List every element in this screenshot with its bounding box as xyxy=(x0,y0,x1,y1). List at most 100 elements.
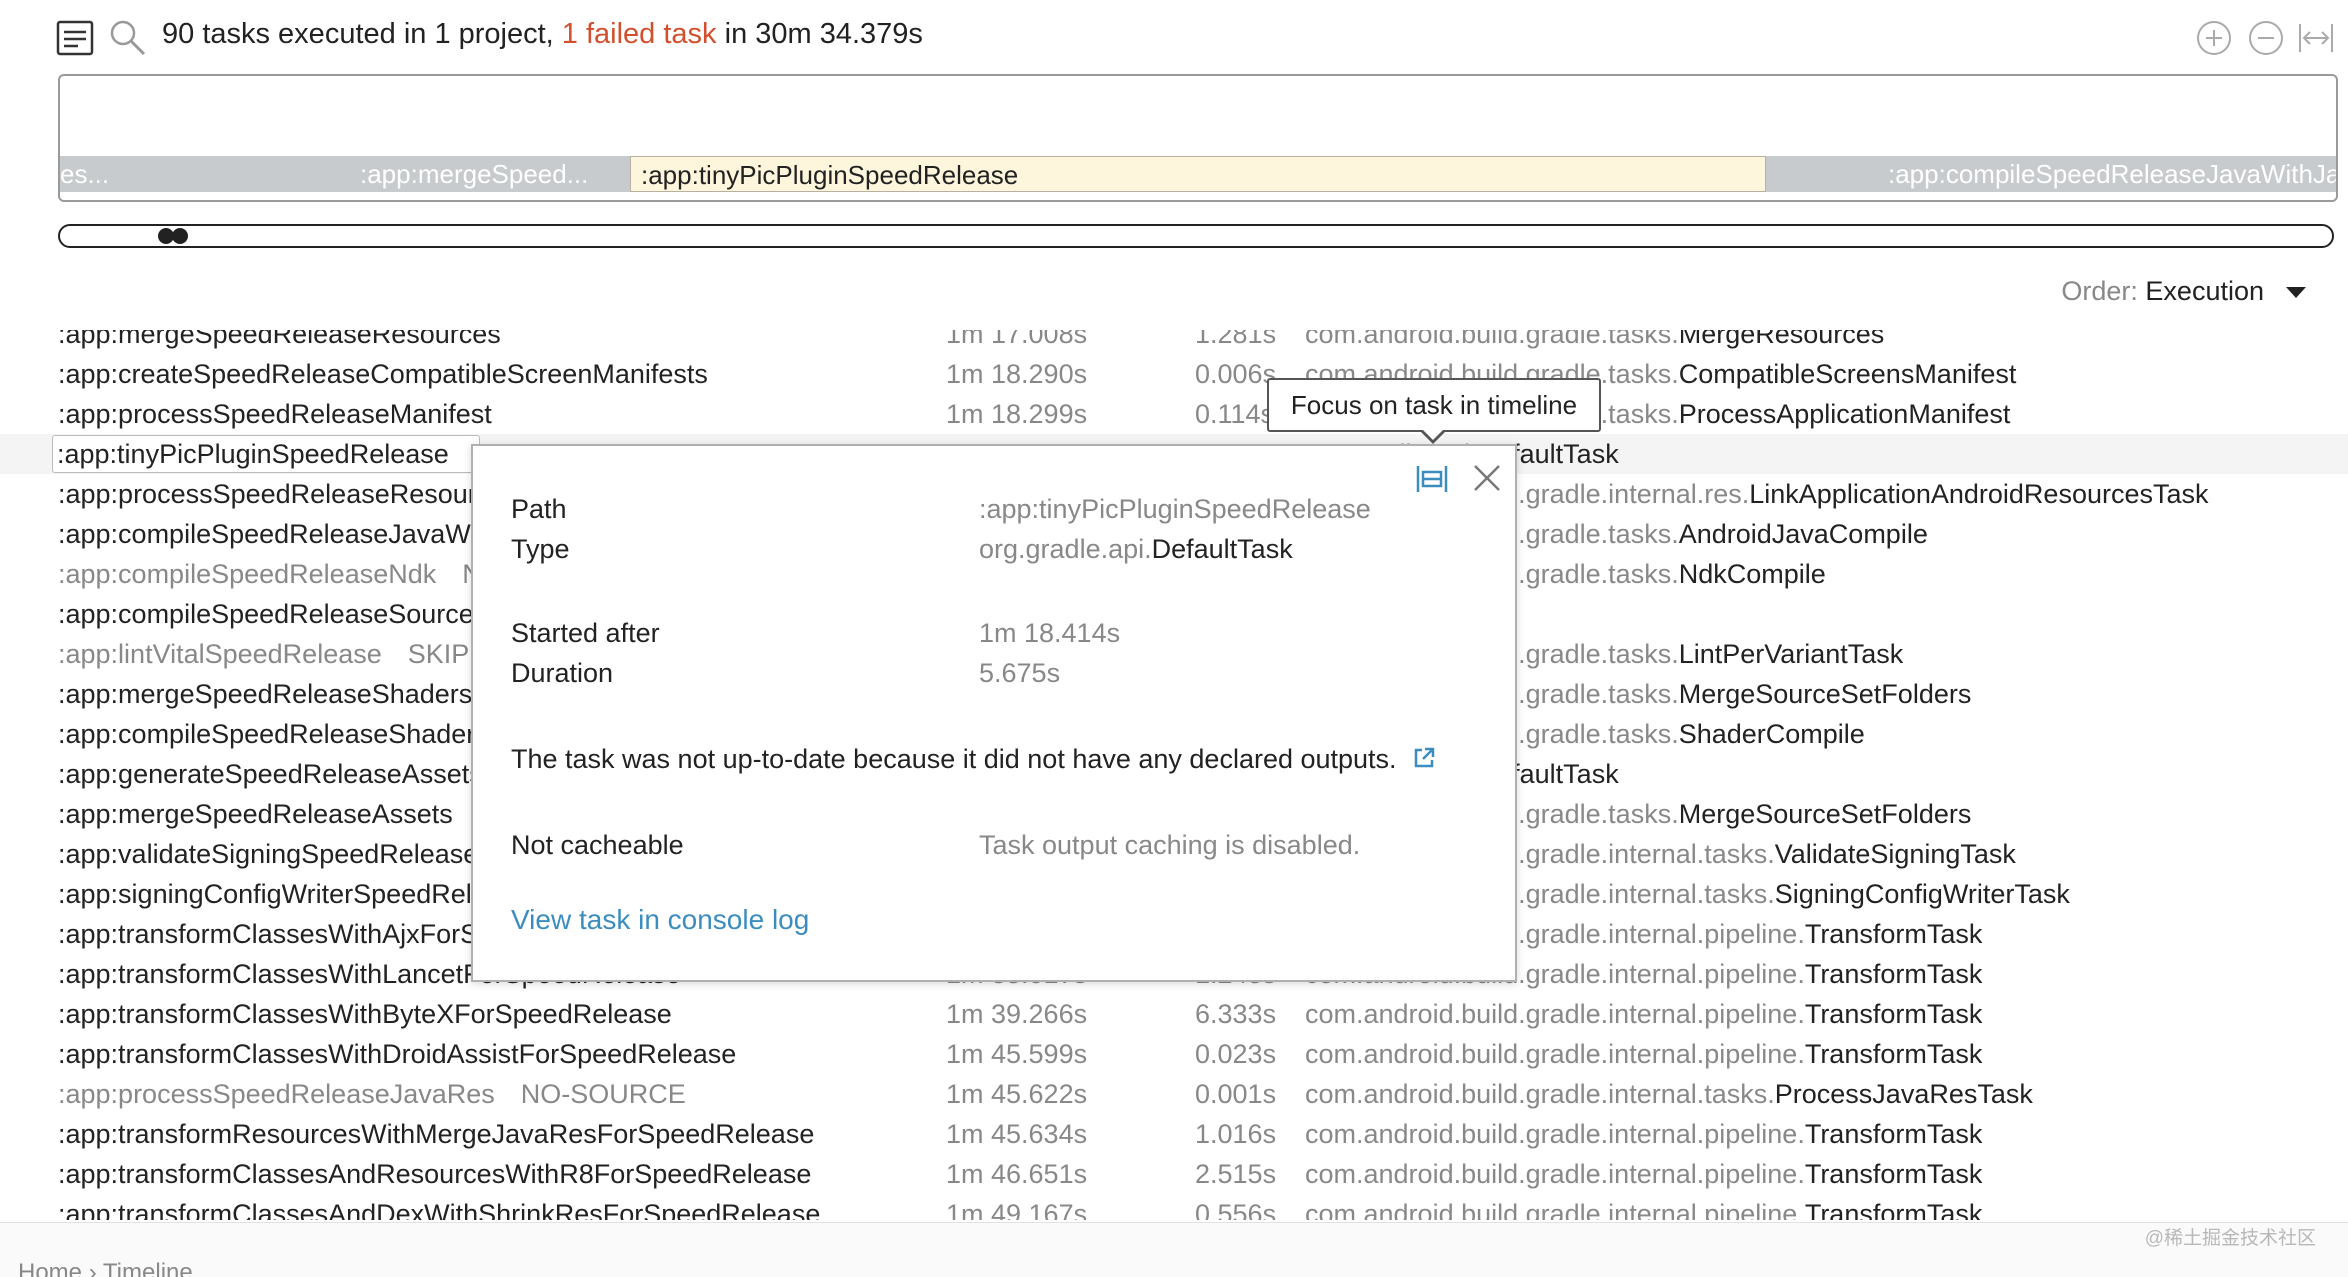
task-type: com.android.build.gradle.internal.tasks.… xyxy=(1305,1074,2033,1114)
task-path[interactable]: :app:processSpeedReleaseJavaRes NO-SOURCE xyxy=(58,1074,686,1114)
task-row[interactable]: :app:transformClassesAndResourcesWithR8F… xyxy=(0,1154,2348,1194)
task-type-class: TransformTask xyxy=(1804,1039,1983,1069)
task-row[interactable]: :app:transformClassesAndDexWithShrinkRes… xyxy=(0,1194,2348,1220)
task-type-package: com.android.build.gradle.internal.pipeli… xyxy=(1305,999,1805,1029)
external-link-icon[interactable] xyxy=(1412,746,1436,770)
task-path-text: :app:compileSpeedReleaseSources xyxy=(58,599,488,629)
zoom-in-icon[interactable] xyxy=(2194,18,2234,58)
task-path[interactable]: :app:tinyPicPluginSpeedRelease xyxy=(52,435,480,473)
task-type-class: NdkCompile xyxy=(1678,559,1826,589)
task-type-class: LintPerVariantTask xyxy=(1678,639,1904,669)
task-type: com.android.build.gradle.internal.pipeli… xyxy=(1305,994,1982,1034)
timeline-segment[interactable]: :app:mergeSpeed... xyxy=(360,156,640,192)
task-row[interactable]: :app:processSpeedReleaseManifest 1m 18.29… xyxy=(0,394,2348,434)
task-path-text: :app:transformClassesWithDroidAssistForS… xyxy=(58,1039,737,1069)
task-path[interactable]: :app:mergeSpeedReleaseAssets xyxy=(58,794,479,834)
task-status: NO-SOURCE xyxy=(520,1079,686,1109)
task-type-package: com.android.build.gradle.internal.pipeli… xyxy=(1305,1159,1805,1189)
task-path-text: :app:processSpeedReleaseManifest xyxy=(58,399,492,429)
task-path[interactable]: :app:createSpeedReleaseCompatibleScreenM… xyxy=(58,354,734,394)
chevron-down-icon xyxy=(2286,287,2306,299)
tooltip-arrow-inner xyxy=(1421,428,1445,440)
focus-in-timeline-icon[interactable] xyxy=(1415,462,1449,496)
task-path[interactable]: :app:transformResourcesWithMergeJavaResF… xyxy=(58,1114,840,1154)
task-duration: 2.515s xyxy=(1195,1159,1277,1189)
task-start-time: 1m 45.634s xyxy=(946,1119,1088,1149)
task-row[interactable]: :app:transformClassesWithByteXForSpeedRe… xyxy=(0,994,2348,1034)
timeline-scrollbar[interactable] xyxy=(58,224,2334,248)
order-dropdown[interactable]: Order: Execution xyxy=(2061,276,2306,307)
summary-suffix: in 30m 34.379s xyxy=(716,18,923,50)
task-path-text: :app:transformResourcesWithMergeJavaResF… xyxy=(58,1119,815,1149)
fit-width-icon[interactable] xyxy=(2296,18,2336,58)
task-type-package: com.android.build.gradle.tasks. xyxy=(1305,330,1679,349)
scrollbar-thumb[interactable] xyxy=(156,228,192,244)
focus-tooltip: Focus on task in timeline xyxy=(1267,378,1601,444)
order-value: Execution xyxy=(2145,276,2264,306)
task-duration: 1.281s xyxy=(1195,330,1277,349)
cache-value: Task output caching is disabled. xyxy=(979,830,1361,860)
task-row[interactable]: :app:createSpeedReleaseCompatibleScreenM… xyxy=(0,354,2348,394)
failed-task-link[interactable]: 1 failed task xyxy=(562,18,717,50)
console-log-icon[interactable] xyxy=(56,18,96,58)
timeline-segment[interactable]: es... xyxy=(60,156,220,192)
timeline-segment[interactable]: :app:compileSpeedReleaseJavaWithJa xyxy=(1888,156,2336,192)
task-row[interactable]: :app:transformClassesWithDroidAssistForS… xyxy=(0,1034,2348,1074)
note-text: The task was not up-to-date because it d… xyxy=(511,744,1397,774)
timeline-segment-selected[interactable]: :app:tinyPicPluginSpeedRelease xyxy=(630,156,1766,192)
task-type: com.android.build.gradle.internal.pipeli… xyxy=(1305,1114,1982,1154)
task-duration: 6.333s xyxy=(1195,999,1277,1029)
task-path[interactable]: :app:compileSpeedReleaseSources xyxy=(58,594,513,634)
task-path-text: :app:transformClassesAndResourcesWithR8F… xyxy=(58,1159,812,1189)
task-path[interactable]: :app:mergeSpeedReleaseShaders xyxy=(58,674,498,714)
task-path[interactable]: :app:mergeSpeedReleaseResources xyxy=(58,330,527,354)
task-start-time: 1m 49.167s xyxy=(946,1199,1088,1220)
task-path-text: :app:compileSpeedReleaseShaders xyxy=(58,719,489,749)
task-path[interactable]: :app:compileSpeedReleaseShaders xyxy=(58,714,515,754)
close-icon[interactable] xyxy=(1469,460,1505,496)
task-path[interactable]: :app:validateSigningSpeedRelease xyxy=(58,834,504,874)
task-row[interactable]: :app:processSpeedReleaseJavaRes NO-SOURCE… xyxy=(0,1074,2348,1114)
task-type-class: ProcessApplicationManifest xyxy=(1678,399,2011,429)
task-row[interactable]: :app:mergeSpeedReleaseResources 1m 17.008… xyxy=(0,330,2348,354)
task-start-time: 1m 39.266s xyxy=(946,999,1088,1029)
cache-label: Not cacheable xyxy=(511,830,684,860)
task-timeline[interactable]: es... :app:mergeSpeed... :app:tinyPicPlu… xyxy=(58,74,2338,202)
task-path[interactable]: :app:transformClassesWithByteXForSpeedRe… xyxy=(58,994,698,1034)
task-path[interactable]: :app:transformClassesAndResourcesWithR8F… xyxy=(58,1154,837,1194)
task-path-text: :app:processSpeedReleaseResources xyxy=(58,479,519,509)
task-duration: 1.016s xyxy=(1195,1119,1277,1149)
breadcrumb[interactable]: Home › Timeline xyxy=(18,1259,193,1277)
task-type-class: TransformTask xyxy=(1804,1119,1983,1149)
path-value: :app:tinyPicPluginSpeedRelease xyxy=(979,494,1371,524)
task-row[interactable]: :app:transformResourcesWithMergeJavaResF… xyxy=(0,1114,2348,1154)
task-path[interactable]: :app:transformClassesWithDroidAssistForS… xyxy=(58,1034,762,1074)
type-class: DefaultTask xyxy=(1151,534,1293,564)
task-type-class: LinkApplicationAndroidResourcesTask xyxy=(1749,479,2209,509)
task-duration: 0.023s xyxy=(1195,1039,1277,1069)
task-duration: 0.001s xyxy=(1195,1079,1277,1109)
started-value: 1m 18.414s xyxy=(979,618,1121,648)
task-path[interactable]: :app:lintVitalSpeedRelease SKIPPED xyxy=(58,634,525,674)
task-type-package: com.android.build.gradle.internal.tasks. xyxy=(1305,1079,1775,1109)
task-start-time: 1m 46.651s xyxy=(946,1159,1088,1189)
search-icon[interactable] xyxy=(108,18,148,58)
task-start-time: 1m 45.622s xyxy=(946,1079,1088,1109)
task-path[interactable]: :app:processSpeedReleaseManifest xyxy=(58,394,518,434)
task-path-text: :app:mergeSpeedReleaseResources xyxy=(58,330,501,349)
task-start-time: 1m 45.599s xyxy=(946,1039,1088,1069)
task-path-text: :app:transformClassesAndDexWithShrinkRes… xyxy=(58,1199,821,1220)
path-label: Path xyxy=(511,494,567,524)
task-path[interactable]: :app:transformClassesAndDexWithShrinkRes… xyxy=(58,1194,846,1220)
task-path[interactable]: :app:generateSpeedReleaseAssets xyxy=(58,754,509,794)
footer: Home › Timeline @稀土掘金技术社区 xyxy=(0,1222,2348,1277)
view-console-log-link[interactable]: View task in console log xyxy=(511,904,809,936)
summary-prefix: 90 tasks executed in 1 project, xyxy=(162,18,562,50)
task-type-class: SigningConfigWriterTask xyxy=(1774,879,2070,909)
zoom-out-icon[interactable] xyxy=(2246,18,2286,58)
task-type-package: com.android.build.gradle.internal.pipeli… xyxy=(1305,1039,1805,1069)
task-path-text: :app:tinyPicPluginSpeedRelease xyxy=(57,439,449,469)
task-type-class: TransformTask xyxy=(1804,919,1983,949)
tooltip-text: Focus on task in timeline xyxy=(1290,390,1578,420)
task-path-text: :app:mergeSpeedReleaseShaders xyxy=(58,679,473,709)
